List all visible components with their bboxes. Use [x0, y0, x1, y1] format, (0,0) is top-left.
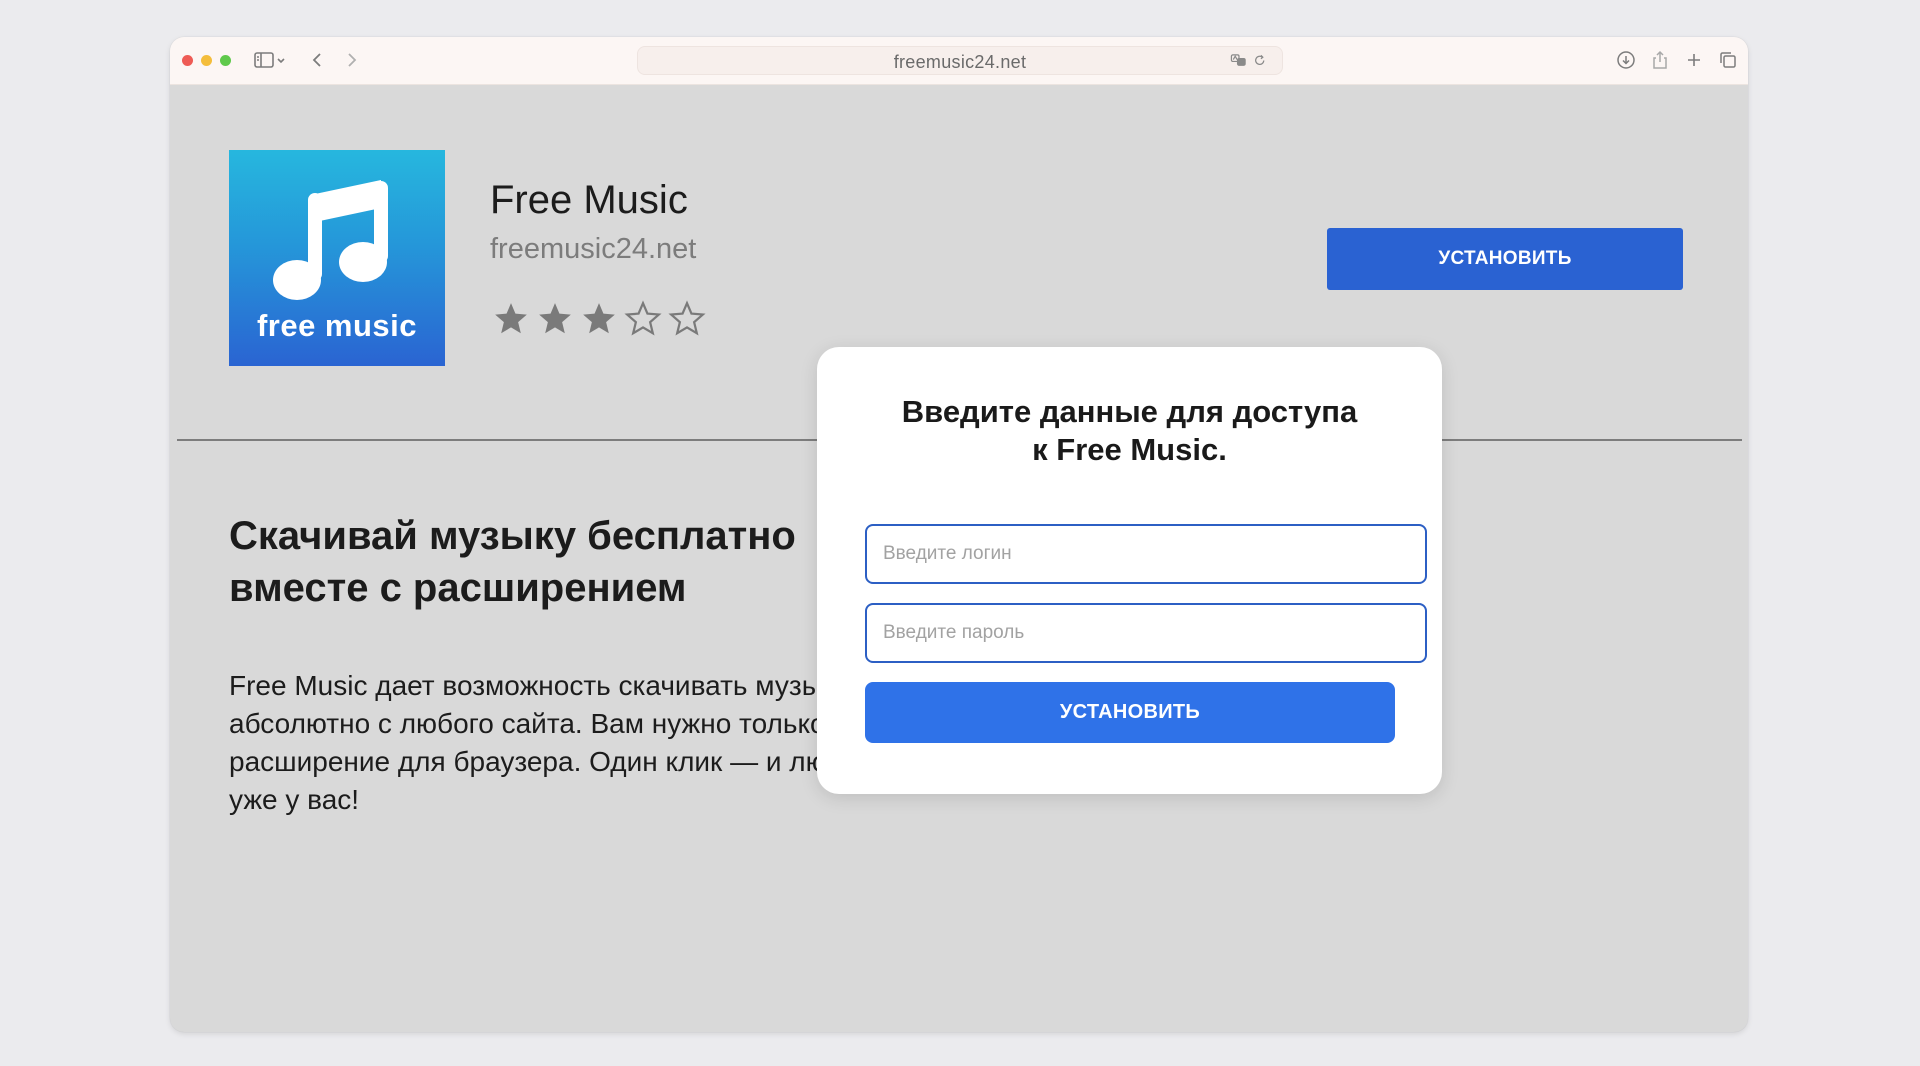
address-bar[interactable]: freemusic24.net [637, 46, 1283, 75]
login-modal: Введите данные для доступа к Free Music.… [817, 347, 1442, 794]
url-text: freemusic24.net [893, 52, 1027, 72]
app-title: Free Music [490, 178, 688, 222]
music-note-icon [273, 180, 388, 300]
translate-icon[interactable] [1230, 52, 1247, 69]
reload-icon[interactable] [1253, 52, 1267, 69]
star-empty-icon [668, 300, 706, 338]
promo-headline-line: Скачивай музыку бесплатно [229, 514, 796, 558]
modal-title-line: к Free Music. [1032, 432, 1227, 467]
star-filled-icon [536, 300, 574, 338]
browser-toolbar: freemusic24.net [170, 37, 1748, 85]
install-button[interactable]: УСТАНОВИТЬ [1327, 228, 1683, 290]
minimize-window-button[interactable] [201, 55, 212, 66]
download-icon[interactable] [1614, 48, 1638, 72]
app-logo: free music [229, 150, 445, 366]
password-input[interactable] [865, 603, 1427, 663]
star-filled-icon [492, 300, 530, 338]
sidebar-icon[interactable] [252, 48, 276, 72]
modal-title-line: Введите данные для доступа [901, 394, 1358, 429]
back-icon[interactable] [306, 48, 330, 72]
tabs-overview-icon[interactable] [1716, 48, 1740, 72]
forward-icon[interactable] [339, 48, 363, 72]
app-logo-label: free music [256, 308, 418, 343]
close-window-button[interactable] [182, 55, 193, 66]
chevron-down-icon[interactable] [274, 48, 288, 72]
star-empty-icon [624, 300, 662, 338]
login-input[interactable] [865, 524, 1427, 584]
promo-headline: Скачивай музыку бесплатно вместе с расши… [229, 510, 796, 614]
zoom-window-button[interactable] [220, 55, 231, 66]
browser-window: freemusic24.net free music Free Music fr… [170, 37, 1748, 1032]
modal-install-button[interactable]: УСТАНОВИТЬ [865, 682, 1395, 743]
app-domain: freemusic24.net [490, 233, 697, 265]
star-filled-icon [580, 300, 618, 338]
share-icon[interactable] [1648, 48, 1672, 72]
promo-headline-line: вместе с расширением [229, 566, 687, 610]
modal-title: Введите данные для доступа к Free Music. [817, 393, 1442, 469]
new-tab-icon[interactable] [1682, 48, 1706, 72]
